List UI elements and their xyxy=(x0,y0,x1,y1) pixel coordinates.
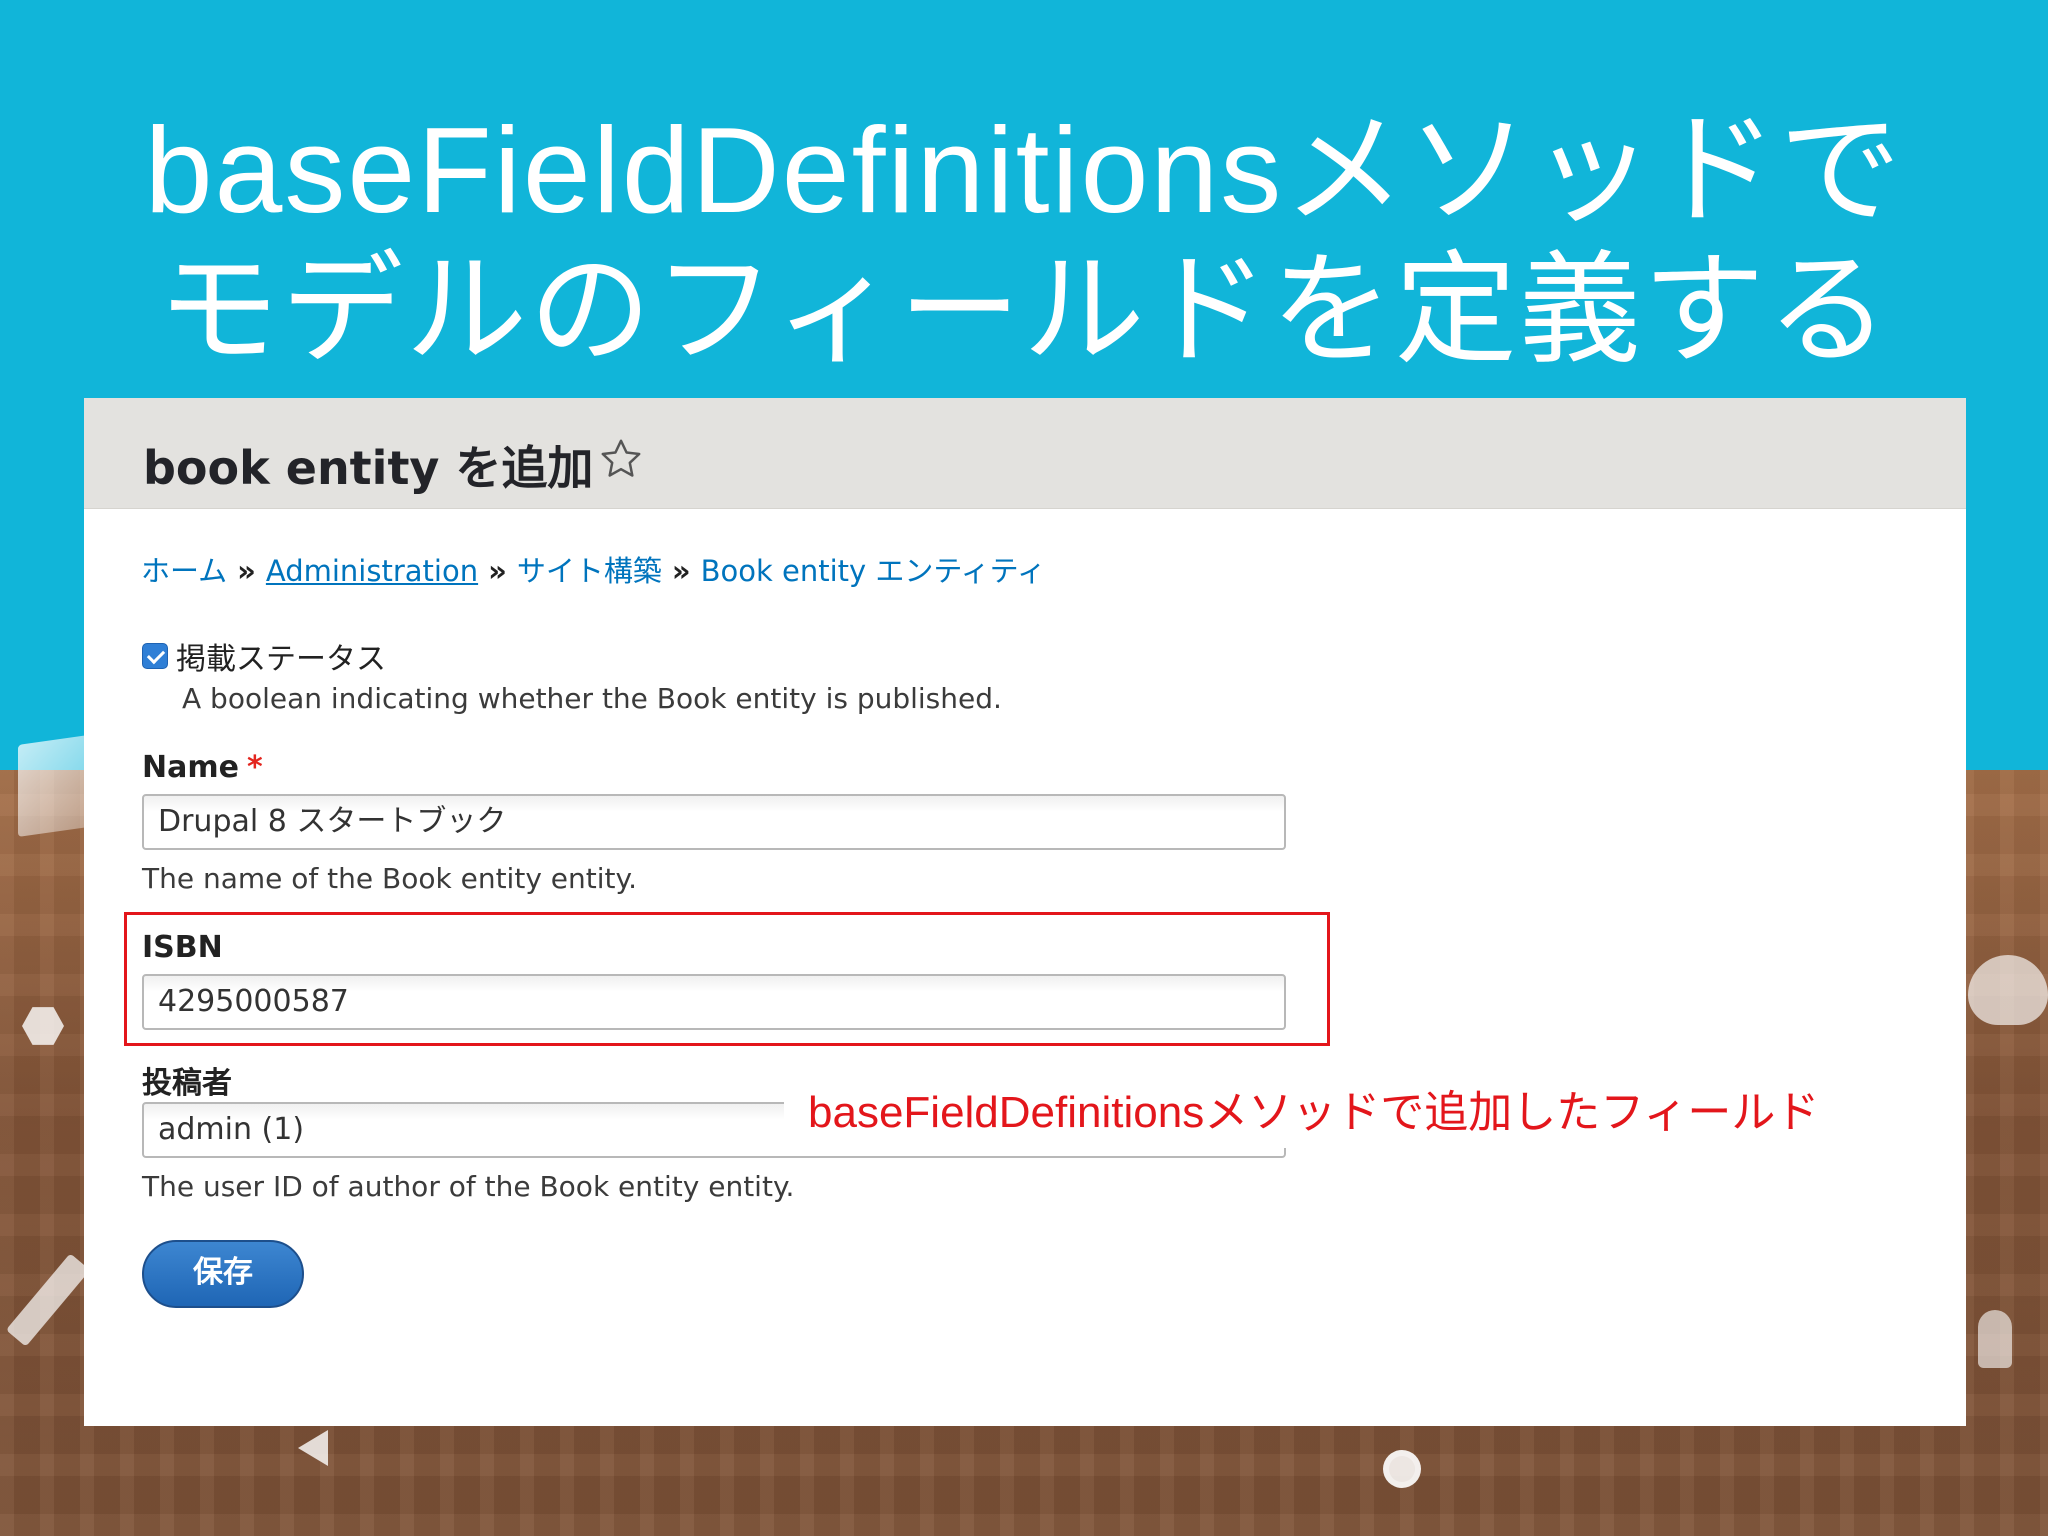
breadcrumb-item-book-entity[interactable]: Book entity エンティティ xyxy=(701,554,1046,588)
cube-icon xyxy=(18,735,88,837)
status-description: A boolean indicating whether the Book en… xyxy=(182,682,1002,715)
breadcrumb-item-home[interactable]: ホーム xyxy=(141,554,227,588)
name-label-text: Name xyxy=(142,750,239,785)
breadcrumb-item-structure[interactable]: サイト構築 xyxy=(517,554,662,588)
arrow-left-icon xyxy=(298,1430,328,1466)
status-label[interactable]: 掲載ステータス xyxy=(176,642,386,677)
cloud-icon xyxy=(1968,955,2048,1025)
status-checkbox[interactable] xyxy=(142,643,168,669)
breadcrumb: ホーム » Administration » サイト構築 » Book entity エンテ… xyxy=(141,548,1046,590)
page-title: book entity を追加 xyxy=(143,441,594,495)
author-label: 投稿者 xyxy=(142,1066,232,1101)
slide-title-line-2: モデルのフィールドを定義する xyxy=(157,242,1891,378)
person-icon xyxy=(1978,1310,2012,1368)
status-field: 掲載ステータス xyxy=(142,634,386,678)
save-button[interactable]: 保存 xyxy=(142,1240,304,1308)
drupal-form-screenshot: book entity を追加 ホーム » Administration » サイト構築… xyxy=(84,398,1966,1426)
name-label: Name * xyxy=(142,750,263,785)
isbn-label: ISBN xyxy=(142,930,223,965)
location-dot-icon xyxy=(1383,1450,1421,1488)
name-description: The name of the Book entity entity. xyxy=(142,862,637,895)
name-input[interactable]: Drupal 8 スタートブック xyxy=(142,794,1286,850)
breadcrumb-separator: » xyxy=(671,554,691,588)
breadcrumb-separator: » xyxy=(488,554,507,588)
author-description: The user ID of author of the Book entity… xyxy=(142,1170,795,1203)
annotation-label: baseFieldDefinitionsメソッドで追加したフィールド xyxy=(784,1068,1844,1148)
star-icon[interactable] xyxy=(598,436,644,482)
slide-title: baseFieldDefinitionsメソッドで モデルのフィールドを定義する xyxy=(0,100,2048,380)
breadcrumb-item-administration[interactable]: Administration xyxy=(266,554,478,588)
page-header: book entity を追加 xyxy=(84,398,1966,509)
slide-title-line-1: baseFieldDefinitionsメソッドで xyxy=(144,102,1904,238)
isbn-input[interactable]: 4295000587 xyxy=(142,974,1286,1030)
required-mark: * xyxy=(246,750,263,785)
breadcrumb-separator: » xyxy=(237,554,256,588)
